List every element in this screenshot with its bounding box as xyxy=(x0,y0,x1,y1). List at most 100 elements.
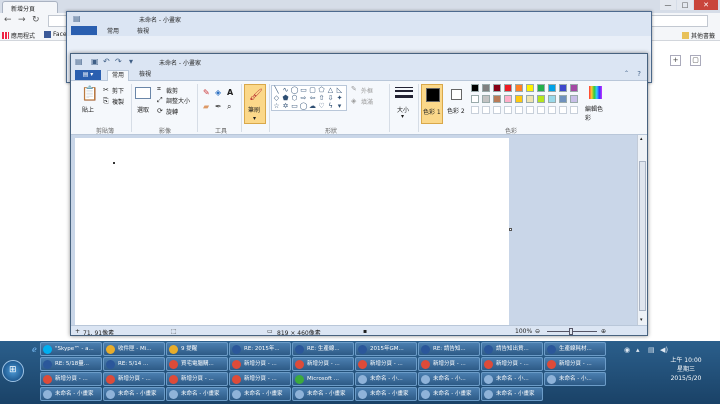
zoom-out-button[interactable]: ⊖ xyxy=(535,328,540,335)
scroll-thumb[interactable] xyxy=(639,161,646,311)
show-hidden-icons[interactable]: ▴ xyxy=(636,346,640,354)
rectangle-shape-icon[interactable]: ▭ xyxy=(299,86,308,94)
palette-color[interactable] xyxy=(471,95,479,103)
palette-color[interactable] xyxy=(504,84,512,92)
six-star-shape-icon[interactable]: ✡ xyxy=(281,102,290,110)
menu-square-icon[interactable]: ▢ xyxy=(690,55,701,66)
fill-dropdown[interactable]: 填滿 xyxy=(361,97,373,106)
zoom-slider-thumb[interactable] xyxy=(569,328,573,335)
taskbar-button[interactable]: 新增分頁 - ... xyxy=(40,372,102,386)
paint-bg-tab-view[interactable]: 檢視 xyxy=(137,26,149,35)
palette-color[interactable] xyxy=(548,95,556,103)
taskbar-button[interactable]: RE: 生產線... xyxy=(292,342,354,356)
palette-empty-slot[interactable] xyxy=(559,106,567,114)
maximize-button[interactable]: □ xyxy=(677,0,693,10)
heart-shape-icon[interactable]: ♡ xyxy=(317,102,326,110)
taskbar-button[interactable]: 新增分頁 - ... xyxy=(355,357,417,371)
palette-color[interactable] xyxy=(504,95,512,103)
taskbar-button[interactable]: 新增分頁 - ... xyxy=(229,357,291,371)
tab-home[interactable]: 常用 xyxy=(107,70,130,81)
bookmark-facebook[interactable]: Face xyxy=(44,31,67,38)
color-picker-icon[interactable]: ✒ xyxy=(215,102,222,111)
select-icon[interactable] xyxy=(135,87,151,99)
palette-color[interactable] xyxy=(526,95,534,103)
zoom-in-button[interactable]: ⊕ xyxy=(601,328,606,335)
palette-color[interactable] xyxy=(570,84,578,92)
palette-empty-slot[interactable] xyxy=(515,106,523,114)
other-bookmarks[interactable]: 其他書籤 xyxy=(682,31,715,40)
shapes-gallery[interactable]: ╲ ∿ ◯ ▭ ▢ ⬠ △ ◺ ◇ ⬟ ⬡ ⇨ ⇦ ⇧ ⇩ ✦ ☆ ✡ ▭ ◯ ☁ ♡ ϟ ▾ xyxy=(271,85,347,111)
color1-button[interactable]: 色彩 1 xyxy=(421,84,443,124)
taskbar-button[interactable]: 未命名 - 小畫家 xyxy=(229,387,291,401)
scroll-down-icon[interactable]: ▾ xyxy=(640,317,643,323)
taskbar-button[interactable]: 未命名 - 小... xyxy=(481,372,543,386)
clock[interactable]: 上午 10:00 星期三 2015/5/20 xyxy=(656,356,716,383)
bookmark-apps[interactable]: 應用程式 xyxy=(2,31,35,40)
taskbar-button[interactable]: 新增分頁 - ... xyxy=(229,372,291,386)
taskbar-button[interactable]: 新增分頁 - ... xyxy=(292,357,354,371)
rotate-button[interactable]: 旋轉 xyxy=(166,107,178,116)
magnifier-icon[interactable]: ⌕ xyxy=(227,102,231,111)
palette-empty-slot[interactable] xyxy=(526,106,534,114)
diamond-shape-icon[interactable]: ◇ xyxy=(272,94,281,102)
paste-icon[interactable]: 📋 xyxy=(81,87,98,101)
palette-empty-slot[interactable] xyxy=(537,106,545,114)
up-arrow-shape-icon[interactable]: ⇧ xyxy=(317,94,326,102)
taskbar-button[interactable]: 未命名 - 小畫家 xyxy=(166,387,228,401)
taskbar-button[interactable]: 2015年GM... xyxy=(355,342,417,356)
triangle-shape-icon[interactable]: △ xyxy=(326,86,335,94)
taskbar-button[interactable]: RE: 5/14 ... xyxy=(103,357,165,371)
add-shortcut-icon[interactable]: + xyxy=(670,55,681,66)
taskbar-button[interactable]: 9 提醒 xyxy=(166,342,228,356)
ie-pinned-icon[interactable]: ℯ xyxy=(32,345,37,354)
palette-empty-slot[interactable] xyxy=(504,106,512,114)
back-arrow-icon[interactable]: ← xyxy=(4,15,12,25)
size-button[interactable]: 大小 ▾ xyxy=(393,85,415,123)
taskbar-button[interactable]: 收件匣 - Mi... xyxy=(103,342,165,356)
copy-button[interactable]: 複製 xyxy=(112,97,124,106)
resize-button[interactable]: 調整大小 xyxy=(166,96,190,105)
vertical-scrollbar[interactable]: ▴ ▾ xyxy=(637,135,647,325)
right-triangle-shape-icon[interactable]: ◺ xyxy=(335,86,344,94)
undo-icon[interactable]: ↶ xyxy=(103,57,110,66)
paint-bg-tab-home[interactable]: 常用 xyxy=(107,26,119,35)
reload-icon[interactable]: ↻ xyxy=(32,15,40,25)
palette-color[interactable] xyxy=(548,84,556,92)
tray-icon[interactable]: ◉ xyxy=(624,346,630,354)
crop-button[interactable]: 裁剪 xyxy=(166,86,178,95)
callout-rect-shape-icon[interactable]: ▭ xyxy=(290,102,299,110)
taskbar-button[interactable]: 未命名 - 小畫家 xyxy=(418,387,480,401)
volume-icon[interactable]: ◀) xyxy=(660,346,668,354)
tab-view[interactable]: 檢視 xyxy=(135,70,155,81)
outline-dropdown[interactable]: 外框 xyxy=(361,86,373,95)
palette-color[interactable] xyxy=(559,95,567,103)
taskbar-button[interactable]: 未命名 - 小... xyxy=(418,372,480,386)
brushes-button[interactable]: 🖌 筆刷 ▾ xyxy=(244,84,266,124)
taskbar-button[interactable]: 未命名 - 小... xyxy=(355,372,417,386)
network-icon[interactable]: ▤ xyxy=(648,346,655,354)
right-arrow-shape-icon[interactable]: ⇨ xyxy=(299,94,308,102)
palette-empty-slot[interactable] xyxy=(548,106,556,114)
polygon-shape-icon[interactable]: ⬠ xyxy=(317,86,326,94)
taskbar-button[interactable]: 未命名 - 小畫家 xyxy=(40,387,102,401)
palette-empty-slot[interactable] xyxy=(570,106,578,114)
start-button[interactable]: ⊞ xyxy=(2,360,24,382)
palette-color[interactable] xyxy=(482,95,490,103)
more-shapes-icon[interactable]: ▾ xyxy=(335,102,344,110)
palette-empty-slot[interactable] xyxy=(482,106,490,114)
rounded-rect-shape-icon[interactable]: ▢ xyxy=(308,86,317,94)
palette-color[interactable] xyxy=(482,84,490,92)
curve-shape-icon[interactable]: ∿ xyxy=(281,86,290,94)
hexagon-shape-icon[interactable]: ⬡ xyxy=(290,94,299,102)
palette-color[interactable] xyxy=(559,84,567,92)
paste-button[interactable]: 貼上 xyxy=(82,105,94,114)
taskbar-button[interactable]: 新增分頁 - ... xyxy=(103,372,165,386)
file-menu-button[interactable]: ▤ ▾ xyxy=(75,70,101,80)
taskbar-button[interactable]: Microsoft ... xyxy=(292,372,354,386)
taskbar-button[interactable]: 未命名 - 小... xyxy=(544,372,606,386)
minimize-button[interactable]: — xyxy=(660,0,676,10)
edit-colors-button[interactable]: 編輯色彩 xyxy=(585,86,607,124)
close-button[interactable]: ✕ xyxy=(694,0,718,10)
help-icon[interactable]: ? xyxy=(637,70,641,78)
quick-access-dropdown-icon[interactable]: ▾ xyxy=(129,57,133,66)
